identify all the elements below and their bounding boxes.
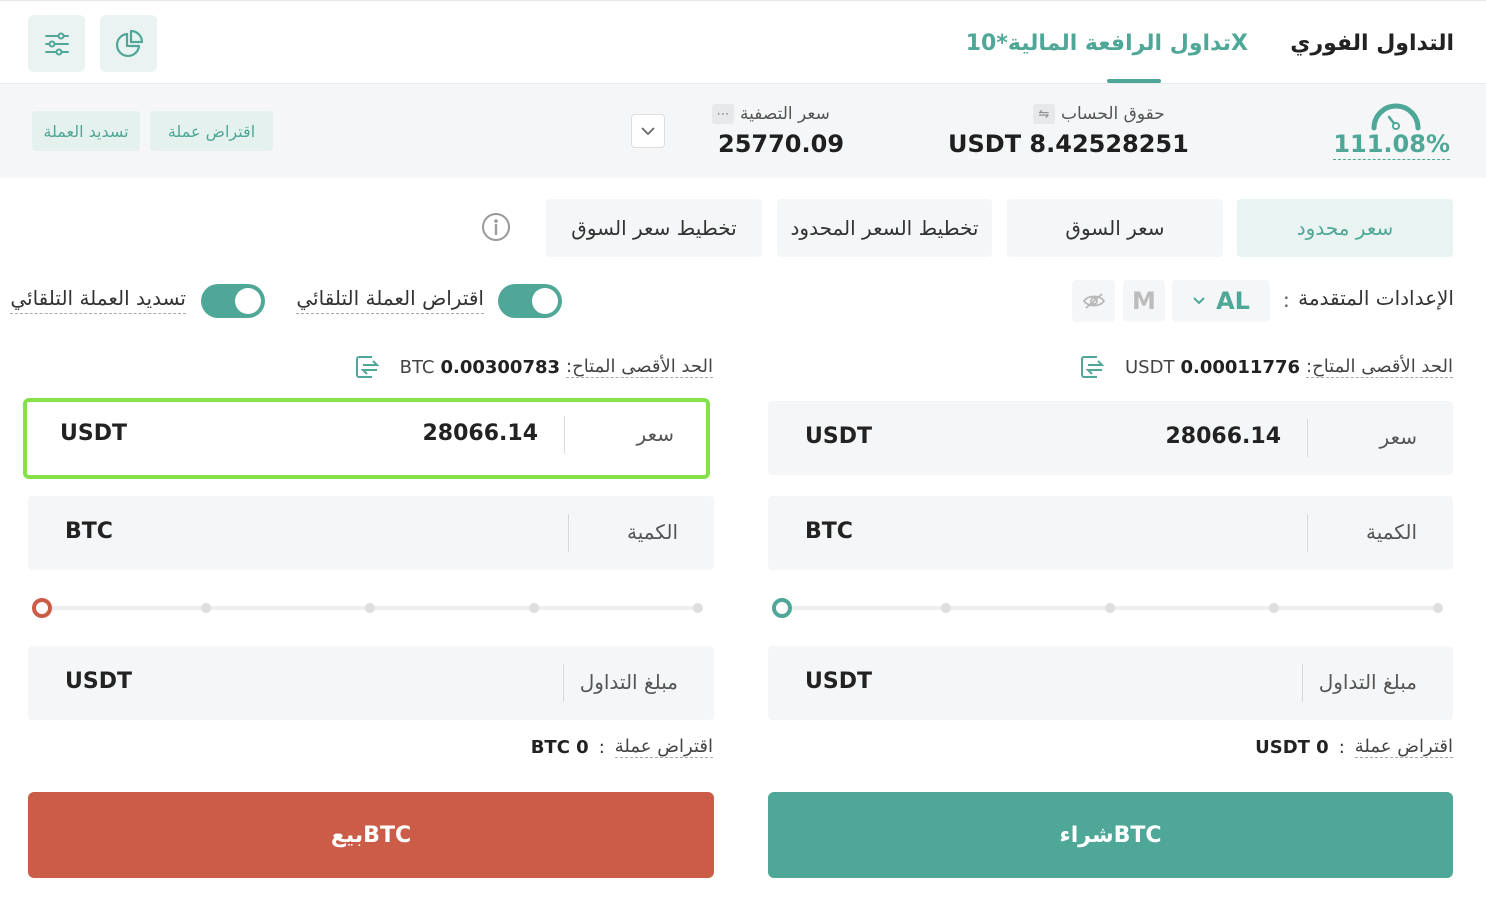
buy-percent-slider[interactable] [770,597,1450,619]
sell-amount-input[interactable]: USDT مبلغ التداول [28,646,714,720]
auto-repay-label[interactable]: تسديد العملة التلقائي [10,286,186,314]
slider-handle[interactable] [32,598,52,618]
toggle-knob [532,288,558,314]
field-divider [1302,664,1303,702]
slider-step-50[interactable] [1105,603,1115,613]
account-summary: تسديد العملة اقتراض عملة ⋯ سعر التصفية 2… [0,84,1486,178]
buy-amount-unit: USDT [805,669,872,694]
buy-available: USDT 0.00011776 الحد الأقصى المتاح: [1079,354,1453,380]
buy-price-label: سعر [1379,425,1417,449]
buy-quantity-input[interactable]: BTC الكمية [768,496,1453,570]
sell-quantity-input[interactable]: BTC الكمية [28,496,714,570]
buy-price-value[interactable]: 28066.14 [1165,424,1281,449]
swap-icon[interactable]: ⇋ [1033,104,1055,124]
hide-eye-icon[interactable] [1072,280,1115,322]
tab-market-order[interactable]: سعر السوق [1007,199,1223,257]
al-label: AL [1216,287,1250,315]
slider-step-75[interactable] [529,603,539,613]
auto-borrow-toggle[interactable] [498,284,562,318]
field-divider [564,416,565,454]
toggle-knob [235,288,261,314]
auto-repay-toggle[interactable] [201,284,265,318]
buy-price-input[interactable]: USDT 28066.14 سعر [768,401,1453,475]
more-icon[interactable]: ⋯ [712,104,734,124]
buy-btc-button[interactable]: شراءBTC [768,792,1453,878]
buy-borrow-info: USDT 0 : اقتراض عملة [1255,736,1453,758]
buy-quantity-unit: BTC [805,519,853,544]
tab-limit-order[interactable]: سعر محدود [1237,199,1453,257]
buy-price-unit: USDT [805,424,872,449]
m-label: M [1132,287,1156,315]
field-divider [563,664,564,702]
sell-percent-slider[interactable] [30,597,710,619]
pie-chart-icon[interactable] [100,15,157,72]
tab-plan-market-order[interactable]: تخطيط سعر السوق [546,199,762,257]
sell-amount-label: مبلغ التداول [579,670,678,694]
tab-plan-limit-order[interactable]: تخطيط السعر المحدود [777,199,992,257]
field-divider [568,514,569,552]
liquidation-price-value: 25770.09 [718,130,845,158]
sell-price-value[interactable]: 28066.14 [422,421,538,446]
sell-quantity-label: الكمية [626,520,678,544]
sell-btc-button[interactable]: بيعBTC [28,792,714,878]
slider-step-100[interactable] [1433,603,1443,613]
account-equity-value: USDT 8.42528251 [948,130,1189,158]
auto-borrow-label[interactable]: اقتراض العملة التلقائي [296,286,484,314]
slider-step-25[interactable] [201,603,211,613]
active-tab-indicator [1107,79,1161,83]
chevron-down-icon [1193,297,1205,305]
sell-amount-unit: USDT [65,669,132,694]
m-button[interactable]: M [1123,280,1165,322]
buy-amount-input[interactable]: USDT مبلغ التداول [768,646,1453,720]
info-icon[interactable] [481,212,511,246]
sell-price-unit: USDT [60,421,127,446]
slider-step-50[interactable] [365,603,375,613]
top-bar: تداول الرافعة المالية*10X التداول الفوري [0,0,1486,84]
borrow-coin-button[interactable]: اقتراض عملة [150,111,273,151]
buy-amount-label: مبلغ التداول [1318,670,1417,694]
slider-step-100[interactable] [693,603,703,613]
sell-borrow-info: BTC 0 : اقتراض عملة [530,736,713,758]
sell-price-input[interactable]: USDT 28066.14 سعر [23,398,710,479]
sliders-icon[interactable] [28,15,85,72]
risk-ratio[interactable]: 111.08% [1333,130,1450,160]
tab-spot-trading[interactable]: التداول الفوري [1290,31,1454,56]
buy-quantity-label: الكمية [1365,520,1417,544]
repay-coin-button[interactable]: تسديد العملة [32,111,140,151]
slider-handle[interactable] [772,598,792,618]
account-equity-label: ⇋ حقوق الحساب [1033,104,1165,124]
slider-step-75[interactable] [1269,603,1279,613]
chevron-down-icon[interactable] [631,114,665,148]
tab-margin-trading[interactable]: تداول الرافعة المالية*10X [966,31,1248,56]
advanced-settings-label: الإعدادات المتقدمة [1298,286,1454,310]
sell-available: BTC 0.00300783 الحد الأقصى المتاح: [354,354,713,380]
field-divider [1307,514,1308,552]
advanced-settings-colon: : [1283,288,1290,312]
al-select[interactable]: AL [1172,280,1270,322]
field-divider [1307,419,1308,457]
sell-quantity-unit: BTC [65,519,113,544]
liquidation-price-label: ⋯ سعر التصفية [712,104,830,124]
transfer-icon[interactable] [1079,354,1105,380]
slider-step-25[interactable] [941,603,951,613]
sell-price-label: سعر [636,422,674,446]
transfer-icon[interactable] [354,354,380,380]
